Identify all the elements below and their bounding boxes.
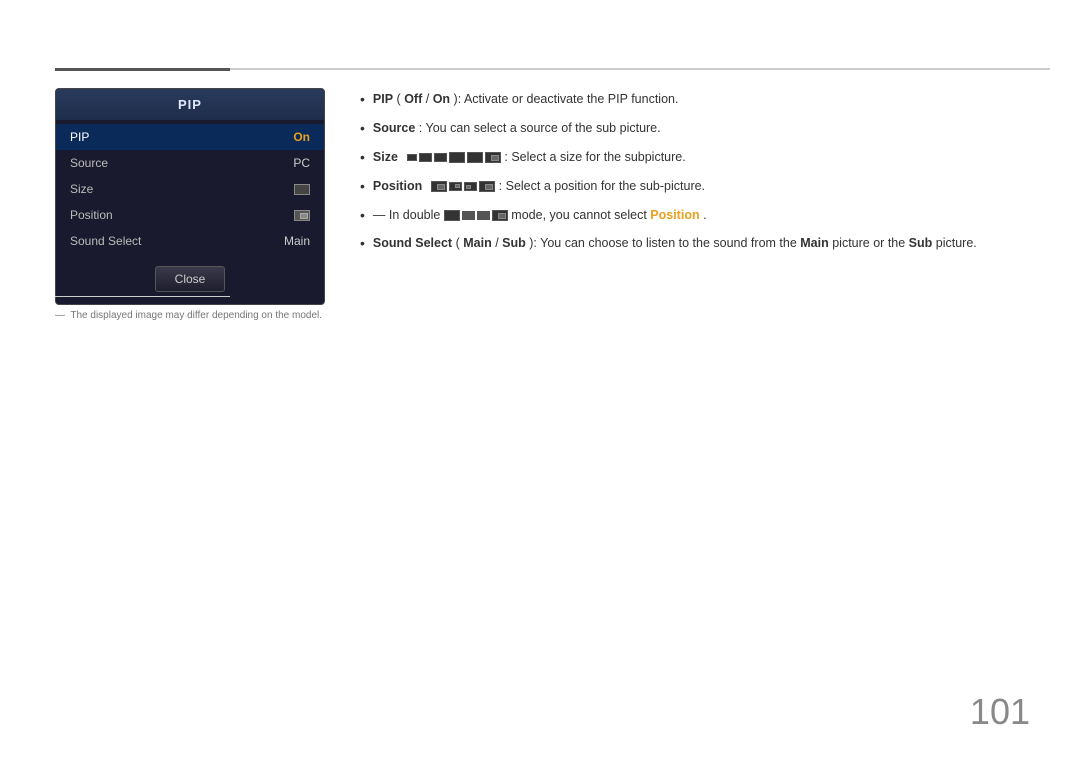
bullet-pip-text: PIP ( Off / On ): Activate or deactivate… [373, 90, 679, 109]
sound-paren: ( [456, 236, 460, 250]
size-value [294, 182, 310, 196]
pip-paren-open: ( [397, 92, 401, 106]
size-icon-6 [485, 152, 501, 163]
pip-row-position[interactable]: Position [56, 202, 324, 228]
pip-menu-items: PIP On Source PC Size Position Sound Sel… [56, 120, 324, 258]
size-icon-3 [434, 153, 447, 162]
sound-sub-bold2: Sub [909, 236, 933, 250]
size-icon-4 [449, 152, 465, 163]
bullet-pip: PIP ( Off / On ): Activate or deactivate… [360, 90, 1050, 109]
pip-paren-close: ): Activate or deactivate the PIP functi… [454, 92, 679, 106]
pip-row-pip[interactable]: PIP On [56, 124, 324, 150]
sound-main-bold: Main [463, 236, 491, 250]
source-label: Source [70, 156, 108, 170]
pip-off-bold: Off [404, 92, 422, 106]
sound-select-label: Sound Select [70, 234, 141, 248]
sound-desc1: ): You can choose to listen to the sound… [529, 236, 800, 250]
pip-title: PIP [56, 89, 324, 120]
sound-desc2: picture or the [832, 236, 908, 250]
bullet-sound-text: Sound Select ( Main / Sub ): You can cho… [373, 234, 977, 253]
position-desc: : Select a position for the sub-picture. [499, 179, 705, 193]
pip-row-source[interactable]: Source PC [56, 150, 324, 176]
position-bold: Position [373, 179, 422, 193]
left-header-accent [55, 68, 230, 71]
pip-row-sound-select[interactable]: Sound Select Main [56, 228, 324, 254]
bullet-list: PIP ( Off / On ): Activate or deactivate… [360, 90, 1050, 253]
bullet-source-text: Source : You can select a source of the … [373, 119, 661, 138]
size-icon [294, 184, 310, 195]
sound-sub-bold: Sub [502, 236, 526, 250]
note-dash: ― [55, 310, 68, 321]
bullet-double-text: ― In double mode, you cannot select Posi… [373, 206, 707, 225]
bullet-double: ― In double mode, you cannot select Posi… [360, 206, 1050, 225]
pip-bold: PIP [373, 92, 393, 106]
bullet-position: Position : Select a position for the sub… [360, 177, 1050, 196]
pip-row-size[interactable]: Size [56, 176, 324, 202]
pip-slash: / [426, 92, 433, 106]
double-in: In double [389, 208, 444, 222]
double-icons-inline [444, 210, 508, 221]
pos-icon-3 [464, 182, 477, 191]
source-value: PC [293, 156, 310, 170]
source-bold: Source [373, 121, 415, 135]
pip-value: On [293, 130, 310, 144]
model-note: ― The displayed image may differ dependi… [55, 310, 322, 321]
position-label: Position [70, 208, 113, 222]
bullet-position-text: Position : Select a position for the sub… [373, 177, 705, 196]
double-mode-text: mode, you cannot select [511, 208, 650, 222]
position-icon [294, 210, 310, 221]
pip-label: PIP [70, 130, 89, 144]
close-button[interactable]: Close [155, 266, 225, 292]
size-label: Size [70, 182, 93, 196]
pip-menu-box: PIP PIP On Source PC Size Position [55, 88, 325, 305]
size-icon-2 [419, 153, 432, 162]
bullet-source: Source : You can select a source of the … [360, 119, 1050, 138]
sound-select-value: Main [284, 234, 310, 248]
bullet-sound-select: Sound Select ( Main / Sub ): You can cho… [360, 234, 1050, 253]
size-desc: : Select a size for the subpicture. [504, 150, 685, 164]
position-value [294, 208, 310, 222]
double-icon-2 [462, 211, 475, 220]
double-dash: ― [373, 208, 389, 222]
sound-desc3: picture. [936, 236, 977, 250]
size-icon-1 [407, 154, 417, 161]
double-period: . [703, 208, 706, 222]
bottom-divider [55, 296, 230, 297]
double-icon-3 [477, 211, 490, 220]
double-icon-1 [444, 210, 460, 221]
size-icon-5 [467, 152, 483, 163]
position-icons-inline [426, 177, 495, 196]
size-icons-inline [401, 148, 500, 167]
page-number: 101 [970, 691, 1030, 733]
pos-icon-4 [479, 181, 495, 192]
source-desc: : You can select a source of the sub pic… [419, 121, 661, 135]
size-bold: Size [373, 150, 398, 164]
description-area: PIP ( Off / On ): Activate or deactivate… [360, 90, 1050, 263]
note-text: The displayed image may differ depending… [70, 310, 322, 321]
bullet-size-text: Size : Select a size for the subpicture. [373, 148, 686, 167]
double-position-bold: Position [650, 208, 699, 222]
sound-select-bold: Sound Select [373, 236, 452, 250]
pos-icon-2 [449, 182, 462, 191]
pip-on-bold: On [433, 92, 450, 106]
sound-main-bold2: Main [800, 236, 828, 250]
bullet-size: Size : Select a size for the subpicture. [360, 148, 1050, 167]
double-icon-4 [492, 210, 508, 221]
pos-icon-1 [431, 181, 447, 192]
